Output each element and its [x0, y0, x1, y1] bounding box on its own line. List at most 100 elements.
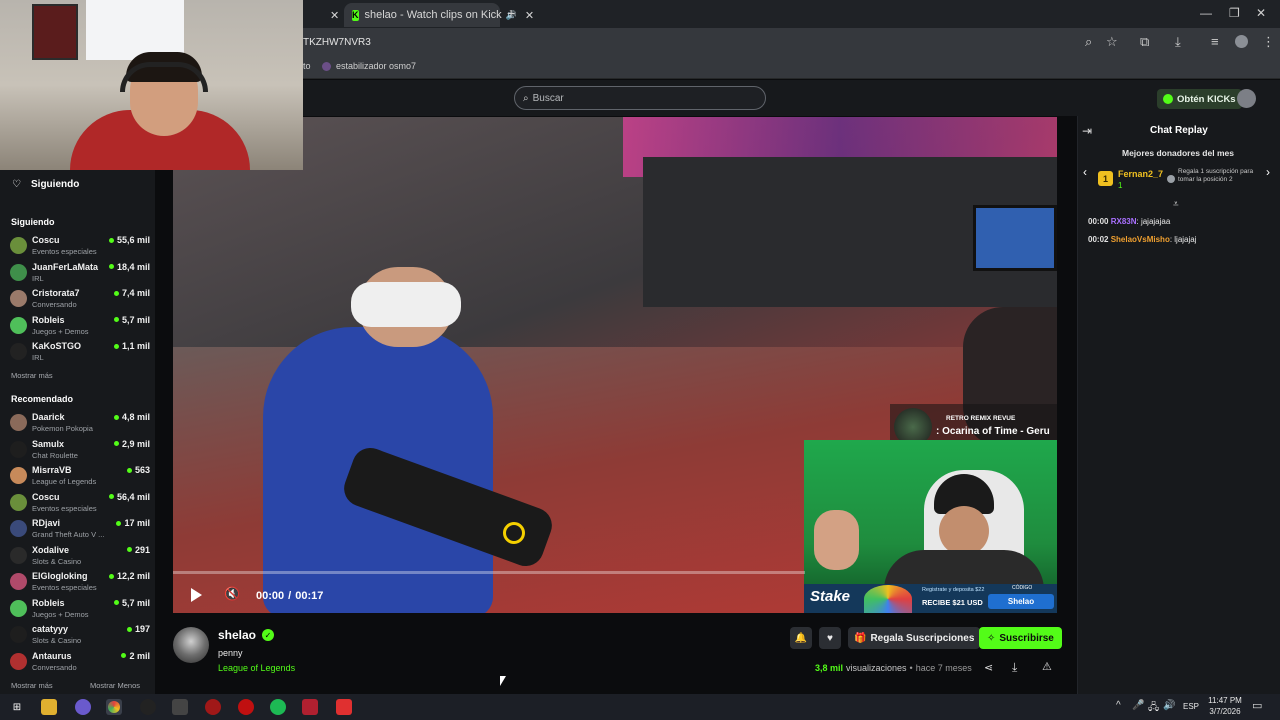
video-progress-bar[interactable] [173, 571, 805, 574]
viewer-count: 12,2 mil [108, 571, 150, 581]
chrome-icon[interactable] [106, 699, 122, 715]
network-icon[interactable]: 🖧 [1148, 700, 1159, 717]
report-warning-icon[interactable]: ⚠ [1042, 660, 1052, 673]
channel-list-item[interactable]: Antaurus Conversando 2 mil [10, 649, 150, 675]
channel-name: Samulx [32, 438, 65, 449]
donors-next-icon[interactable]: › [1266, 165, 1270, 179]
opera-icon[interactable] [238, 699, 254, 715]
clip-category[interactable]: League of Legends [218, 663, 295, 673]
clock-date[interactable]: 3/7/2026 [1207, 707, 1243, 716]
capcut-icon[interactable] [172, 699, 188, 715]
subscribe-button[interactable]: ✧ Suscribirse [979, 627, 1062, 649]
extensions-icon[interactable]: ⧉ [1140, 34, 1149, 50]
gift-subs-button[interactable]: 🎁 Regala Suscripciones [848, 627, 981, 649]
obs-icon[interactable] [140, 699, 156, 715]
zoom-icon[interactable]: ⌕ [1085, 34, 1092, 50]
user-avatar[interactable] [1237, 89, 1256, 108]
channel-list-item[interactable]: JuanFerLaMata IRL 18,4 mil [10, 260, 150, 286]
menu-kebab-icon[interactable]: ⋮ [1262, 34, 1275, 50]
tab-close-icon[interactable]: ✕ [525, 9, 534, 22]
minimize-icon[interactable]: — [1200, 6, 1212, 20]
gift-hint: Regala 1 suscripción para tomar la posic… [1178, 168, 1254, 183]
viewer-count: 56,4 mil [108, 492, 150, 502]
show-less-recommended[interactable]: Mostrar Menos [90, 681, 140, 690]
voicemeeter-icon[interactable] [302, 699, 318, 715]
chat-user[interactable]: ShelaoVsMisho [1111, 235, 1170, 244]
channel-list-item[interactable]: ElGlogloking Eventos especiales 12,2 mil [10, 569, 150, 595]
browser-tab-active[interactable]: K shelao - Watch clips on Kick 🔊 ✕ [344, 3, 534, 27]
restore-icon[interactable]: ❐ [1229, 6, 1240, 20]
channel-name[interactable]: shelao [218, 628, 256, 642]
mouse-cursor [500, 676, 506, 686]
new-tab-plus-icon[interactable]: + [507, 5, 515, 21]
search-input[interactable]: ⌕ Buscar [514, 86, 766, 110]
file-explorer-icon[interactable] [41, 699, 57, 715]
discord-icon[interactable] [75, 699, 91, 715]
headphones [120, 62, 208, 92]
clock-time[interactable]: 11:47 PM [1207, 696, 1243, 705]
channel-list-item[interactable]: catatyyy Slots & Casino 197 [10, 622, 150, 648]
live-dot-icon [113, 600, 119, 605]
profile-avatar[interactable] [1235, 35, 1248, 48]
channel-list-item[interactable]: Samulx Chat Roulette 2,9 mil [10, 437, 150, 463]
following-nav-label[interactable]: Siguiendo [31, 179, 79, 190]
bookmark-star-icon[interactable]: ☆ [1106, 34, 1118, 50]
channel-list-item[interactable]: RDjavi Grand Theft Auto V ... 17 mil [10, 516, 150, 542]
close-window-icon[interactable]: ✕ [1256, 6, 1266, 20]
channel-list-item[interactable]: Coscu Eventos especiales 55,6 mil [10, 233, 150, 259]
channel-category: Juegos + Demos [32, 609, 89, 619]
expand-donors-icon[interactable]: ⩡ [1173, 199, 1179, 210]
windows-start-icon[interactable]: ⊞ [9, 699, 25, 715]
show-more-following[interactable]: Mostrar más [11, 371, 53, 380]
kick-favicon-icon: K [352, 9, 359, 21]
channel-list-item[interactable]: Cristorata7 Conversando 7,4 mil [10, 286, 150, 312]
channel-avatar [10, 546, 27, 564]
tray-chevron-icon[interactable]: ^ [1116, 700, 1121, 711]
app-video-icon[interactable] [336, 699, 352, 715]
download-icon[interactable]: ⤓ [1175, 34, 1181, 50]
browser-tab-inactive[interactable]: ✕ [300, 3, 342, 27]
channel-list-item[interactable]: Xodalive Slots & Casino 291 [10, 543, 150, 569]
collapse-chat-icon[interactable]: ⇥ [1082, 124, 1092, 138]
share-icon[interactable]: ⋖ [984, 661, 993, 674]
channel-avatar[interactable] [173, 627, 209, 663]
ad-brand: Stake [810, 588, 851, 605]
channel-avatar [10, 316, 27, 334]
viewer-count: 2,9 mil [113, 439, 150, 449]
channel-list-item[interactable]: Robleis Juegos + Demos 5,7 mil [10, 313, 150, 339]
follow-heart-button[interactable]: ♥ [819, 627, 841, 649]
notification-bell-button[interactable]: 🔔 [790, 627, 812, 649]
channel-list-item[interactable]: Robleis Juegos + Demos 5,7 mil [10, 596, 150, 622]
channel-list-item[interactable]: Coscu Eventos especiales 56,4 mil [10, 490, 150, 516]
channel-avatar [10, 343, 27, 360]
play-icon[interactable] [191, 588, 202, 602]
app-red-icon[interactable] [205, 699, 221, 715]
keyboard-language[interactable]: ESP [1183, 702, 1199, 711]
speaker-icon[interactable]: 🔊 [1163, 700, 1175, 711]
get-kicks-button[interactable]: Obtén KICKs [1157, 89, 1242, 109]
channel-list-item[interactable]: MisrraVB League of Legends 563 [10, 463, 150, 489]
chat-user[interactable]: RX83N [1111, 217, 1137, 226]
media-control-icon[interactable]: ≡ [1211, 34, 1219, 49]
chat-text: : ljajajaj [1169, 235, 1197, 244]
viewer-count: 1,1 mil [113, 341, 150, 351]
donors-prev-icon[interactable]: ‹ [1083, 165, 1087, 179]
url-text[interactable]: TKZHW7NVR3 [303, 37, 371, 48]
star-icon: ✧ [987, 632, 996, 644]
notifications-icon[interactable]: ▭ [1252, 699, 1262, 712]
donor-name[interactable]: Fernan2_7 [1118, 169, 1163, 179]
show-more-recommended[interactable]: Mostrar más [11, 681, 53, 690]
bookmark-favicon-icon [322, 61, 331, 71]
streamer-hands [814, 510, 859, 570]
bookmark-item[interactable]: estabilizador osmo7 [322, 61, 416, 71]
download-clip-icon[interactable]: ⤓ [1012, 660, 1017, 675]
channel-list-item[interactable]: Daarick Pokemon Pokopia 4,8 mil [10, 410, 150, 436]
channel-avatar [10, 652, 27, 670]
tab-close-icon[interactable]: ✕ [330, 9, 339, 22]
live-dot-icon [113, 343, 119, 349]
spotify-icon[interactable] [270, 699, 286, 715]
mic-icon[interactable]: 🎤 [1132, 700, 1144, 711]
channel-list-item[interactable]: KaKoSTGO IRL 1,1 mil [10, 339, 150, 365]
bookmark-item[interactable]: to [303, 61, 311, 71]
muted-volume-icon[interactable]: 🔇 [224, 586, 240, 602]
